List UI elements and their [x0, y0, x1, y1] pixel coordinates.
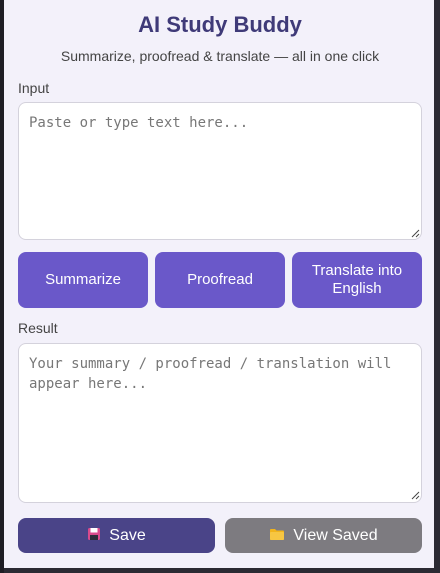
app-subtitle: Summarize, proofread & translate — all i…	[60, 48, 380, 64]
proofread-button[interactable]: Proofread	[155, 252, 285, 308]
translate-button[interactable]: Translate into English	[292, 252, 422, 308]
input-textarea[interactable]	[18, 102, 422, 240]
save-button[interactable]: Save	[18, 518, 215, 553]
floppy-disk-icon	[87, 527, 101, 544]
resize-grip-icon[interactable]	[410, 490, 420, 500]
view-saved-label: View Saved	[293, 526, 378, 544]
result-textarea[interactable]	[18, 343, 422, 503]
extension-popup: AI Study Buddy Summarize, proofread & tr…	[4, 0, 436, 568]
result-label: Result	[18, 320, 58, 336]
folder-icon	[269, 527, 285, 544]
view-saved-button[interactable]: View Saved	[225, 518, 422, 553]
summarize-button[interactable]: Summarize	[18, 252, 148, 308]
app-title: AI Study Buddy	[138, 12, 302, 37]
save-label: Save	[109, 526, 146, 544]
resize-grip-icon[interactable]	[410, 228, 420, 238]
input-label: Input	[18, 80, 50, 96]
